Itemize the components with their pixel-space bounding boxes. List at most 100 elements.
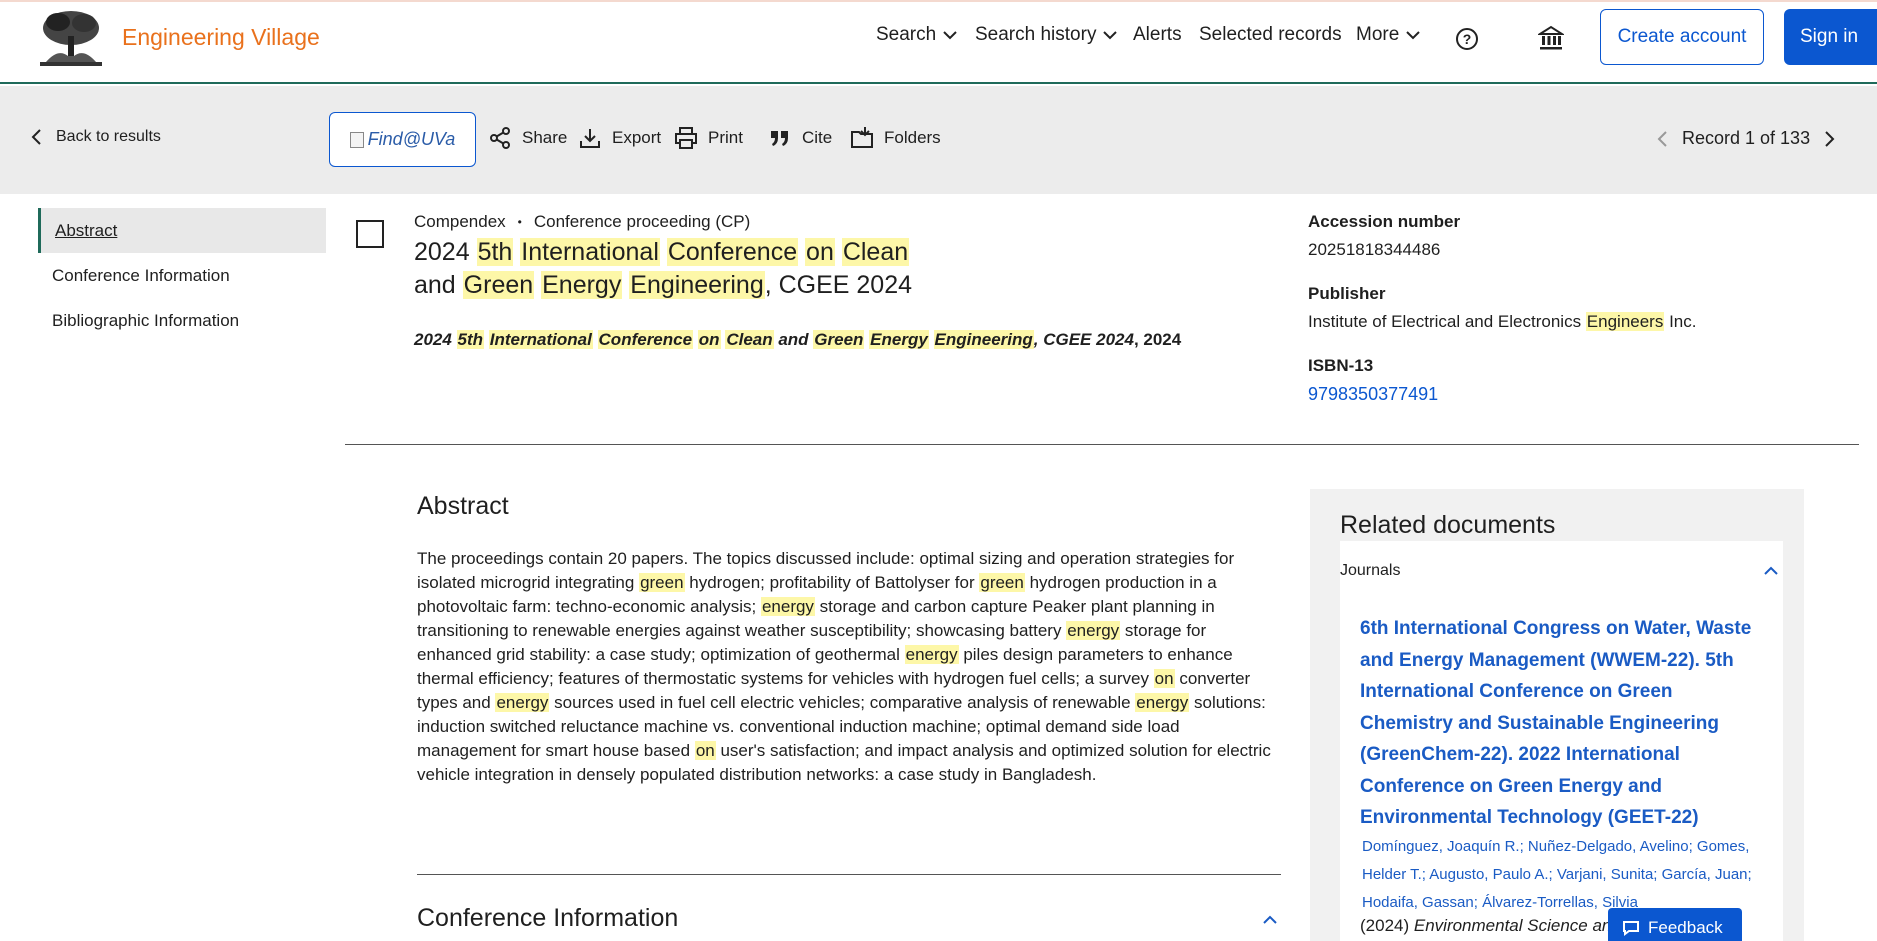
record-side-metadata: Accession number 20251818344486 Publishe… (1308, 212, 1848, 405)
chevron-down-icon (1103, 31, 1118, 40)
isbn-label: ISBN-13 (1308, 356, 1374, 375)
nav-search-history[interactable]: Search history (975, 24, 1118, 46)
source-text: and (773, 330, 814, 349)
search-term-highlight: International (488, 330, 593, 349)
publisher-value: Institute of Electrical and Electronics … (1308, 312, 1848, 332)
elsevier-tree-logo[interactable] (38, 8, 104, 68)
publisher-label: Publisher (1308, 284, 1386, 303)
search-term-highlight: Energy (541, 271, 623, 299)
folders-button[interactable]: Folders (850, 126, 941, 150)
print-button[interactable]: Print (674, 126, 743, 150)
search-term-highlight: energy (1135, 693, 1190, 712)
sign-in-button[interactable]: Sign in (1784, 9, 1877, 65)
search-term-highlight: green (639, 573, 685, 592)
nav-search[interactable]: Search (876, 24, 958, 46)
search-term-highlight: 5th (456, 330, 485, 349)
source-text (929, 330, 934, 349)
back-to-results-link[interactable]: Back to results (30, 128, 161, 146)
title-text (798, 238, 805, 266)
search-term-highlight: Conference (666, 238, 799, 266)
search-term-highlight: International (520, 238, 660, 266)
search-term-highlight: Engineering (933, 330, 1034, 349)
related-documents-card: Journals 6th International Congress on W… (1340, 541, 1783, 941)
title-text (660, 238, 667, 266)
chevron-down-icon (1406, 31, 1421, 40)
section-nav-abstract[interactable]: Abstract (38, 208, 326, 253)
nav-selected-records[interactable]: Selected records (1199, 24, 1342, 46)
section-nav-bibliographic-information[interactable]: Bibliographic Information (38, 298, 326, 343)
search-term-highlight: Engineers (1585, 312, 1665, 331)
record-toolbar: Back to results Find@UVa Share Export Pr… (0, 86, 1877, 194)
cite-button[interactable]: Cite (768, 126, 832, 150)
back-to-results-label: Back to results (56, 128, 161, 145)
section-nav: Abstract Conference Information Bibliogr… (38, 208, 326, 343)
title-text: and (414, 271, 463, 299)
separator-dot: • (517, 215, 522, 229)
search-term-highlight: 5th (476, 238, 514, 266)
chat-bubble-icon (1623, 921, 1639, 936)
search-term-highlight: energy (904, 645, 959, 664)
title-text (835, 238, 842, 266)
record-position: Record 1 of 133 (1682, 128, 1811, 148)
journals-accordion[interactable]: Journals (1340, 551, 1783, 591)
share-button[interactable]: Share (488, 126, 567, 150)
record-pager: Record 1 of 133 (1656, 128, 1836, 149)
search-term-highlight: Conference (597, 330, 694, 349)
nav-search-label: Search (876, 24, 937, 45)
source-text: , CGEE 2024 (1033, 330, 1134, 349)
conference-source: 2024 5th International Conference on Cle… (414, 330, 1182, 349)
next-record-icon[interactable] (1824, 130, 1836, 148)
related-document-title-link[interactable]: 6th International Congress on Water, Was… (1360, 613, 1770, 834)
create-account-button[interactable]: Create account (1600, 9, 1764, 65)
source-text (593, 330, 598, 349)
chevron-up-icon[interactable] (1262, 912, 1278, 928)
related-document-authors[interactable]: Domínguez, Joaquín R.; Nuñez-Delgado, Av… (1362, 833, 1782, 917)
search-term-highlight: on (694, 741, 716, 760)
find-uva-label: Find@UVa (367, 129, 456, 149)
related-document-source: (2024) Environmental Science an (1360, 916, 1611, 936)
search-term-highlight: Green (813, 330, 865, 349)
conference-information-heading[interactable]: Conference Information (417, 904, 678, 933)
nav-more[interactable]: More (1356, 24, 1421, 46)
search-term-highlight: energy (495, 693, 550, 712)
section-nav-conference-information[interactable]: Conference Information (38, 253, 326, 298)
brand-name[interactable]: Engineering Village (122, 24, 320, 51)
divider (417, 874, 1281, 875)
search-term-highlight: on (697, 330, 721, 349)
search-term-highlight: Green (462, 271, 535, 299)
institution-icon[interactable] (1538, 25, 1564, 51)
print-label: Print (708, 128, 743, 147)
related-document-journal: Environmental Science an (1413, 916, 1612, 935)
share-label: Share (522, 128, 568, 147)
related-document-year: (2024) (1360, 916, 1414, 935)
help-icon[interactable]: ? (1456, 28, 1478, 50)
nav-more-label: More (1356, 24, 1400, 45)
divider (345, 444, 1859, 445)
source-text: 2024 (414, 330, 457, 349)
nav-alerts-label: Alerts (1133, 24, 1182, 45)
search-term-highlight: Clean (725, 330, 774, 349)
chevron-left-icon (31, 129, 41, 145)
publisher-text: Inc. (1664, 312, 1697, 331)
abstract-segment: sources used in fuel cell electric vehic… (549, 693, 1136, 712)
search-term-highlight: Clean (841, 238, 910, 266)
record-meta: Compendex • Conference proceeding (CP) (414, 212, 750, 232)
abstract-text: The proceedings contain 20 papers. The t… (417, 547, 1277, 787)
search-term-highlight: on (1153, 669, 1175, 688)
search-term-highlight: on (805, 238, 835, 266)
find-uva-button[interactable]: Find@UVa (329, 112, 476, 167)
record-title: 2024 5th International Conference on Cle… (414, 236, 974, 302)
nav-alerts[interactable]: Alerts (1133, 24, 1182, 46)
previous-record-icon[interactable] (1656, 130, 1668, 148)
related-documents-panel: Related documents Journals 6th Internati… (1310, 489, 1804, 941)
feedback-button[interactable]: Feedback (1608, 908, 1742, 941)
journals-label: Journals (1340, 562, 1401, 579)
select-record-checkbox[interactable] (356, 220, 384, 248)
search-term-highlight: green (979, 573, 1025, 592)
print-icon (675, 127, 697, 149)
export-icon (580, 129, 600, 148)
export-button[interactable]: Export (578, 126, 661, 150)
publisher-text: Institute of Electrical and Electronics (1308, 312, 1586, 331)
site-header: Engineering Village Search Search histor… (0, 2, 1877, 84)
isbn-link[interactable]: 9798350377491 (1308, 384, 1848, 405)
